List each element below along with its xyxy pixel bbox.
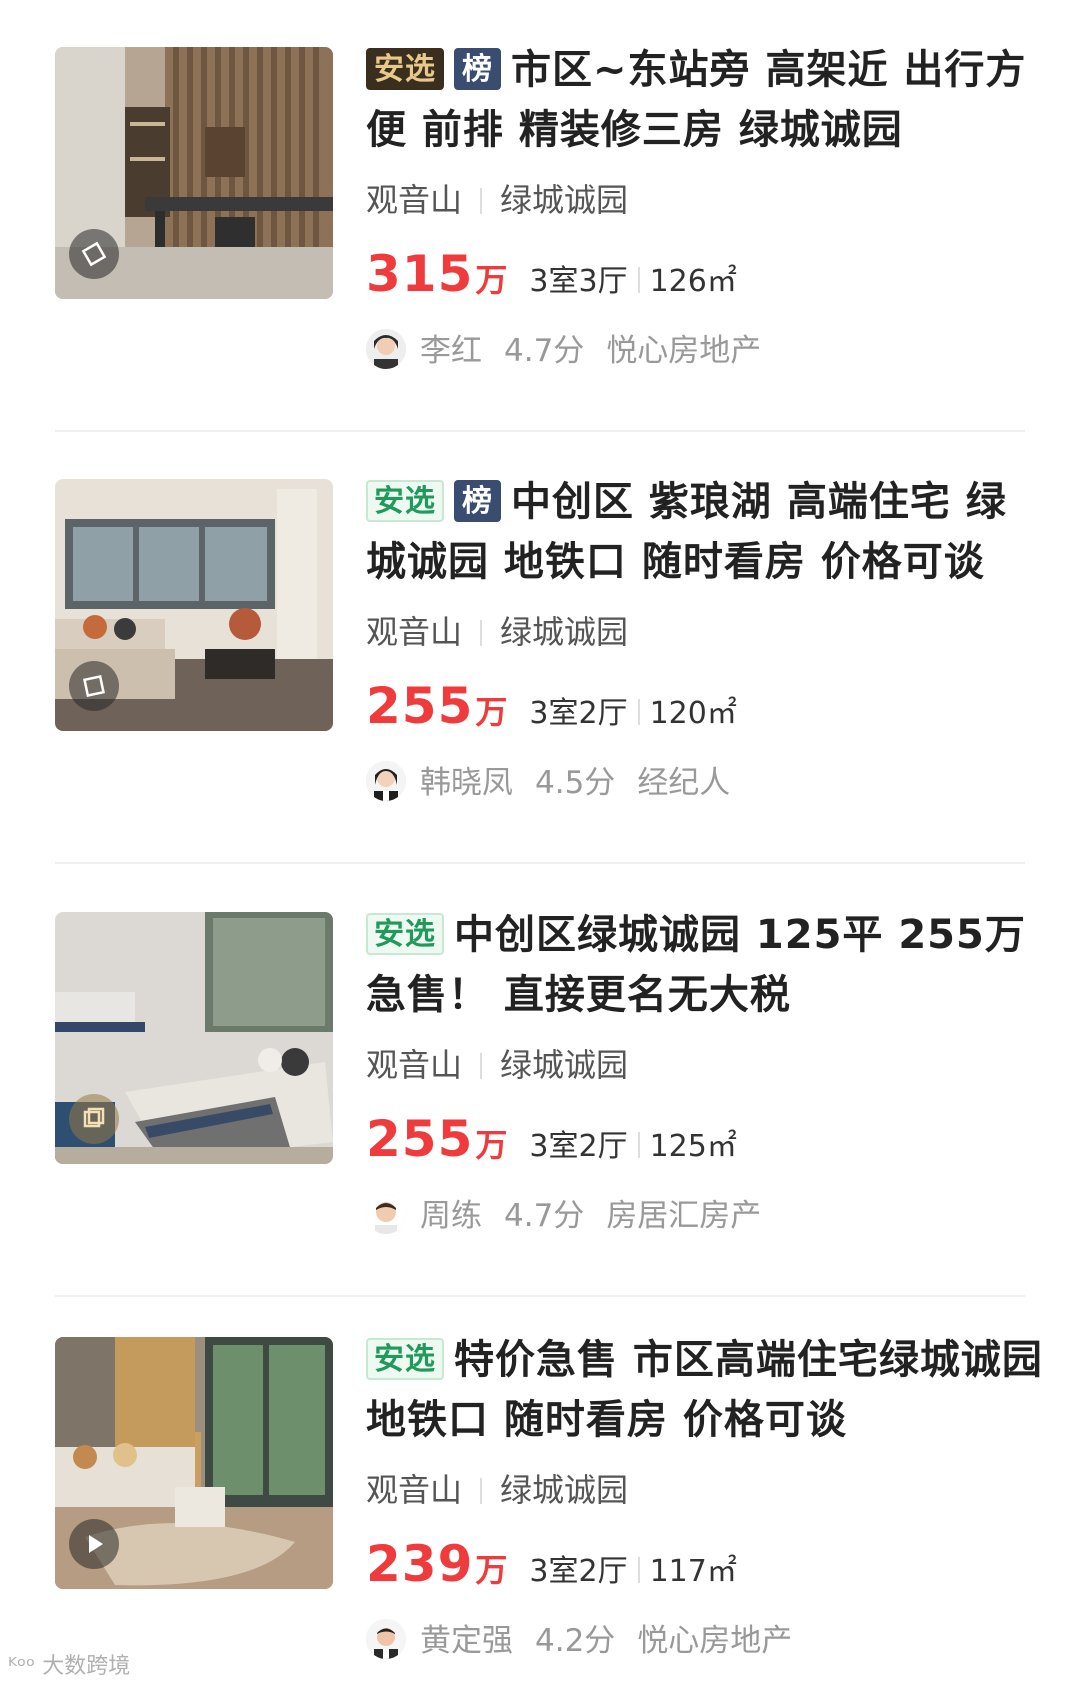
vr-icon: [69, 1094, 119, 1144]
title-text: 特价急售 市区高端住宅绿城诚园 地铁口 随时看房 价格可谈: [366, 1337, 1043, 1443]
agent-score: 4.7分: [504, 333, 585, 369]
community: 绿城诚园: [500, 1471, 629, 1509]
listing-card[interactable]: 安选榜市区~东站旁 高架近 出行方便 前排 精装修三房 绿城诚园 观音山 绿城诚园…: [0, 0, 1080, 432]
listing-card[interactable]: 安选 中创区绿城诚园 125平 255万急售！ 直接更名无大税 观音山 绿城诚园 2…: [0, 865, 1080, 1297]
price-row: 239万 3室2厅 117㎡: [366, 1534, 1046, 1594]
watermark: ᴷᵒᵒ 大数跨境: [8, 1648, 130, 1680]
agency: 悦心房地产: [637, 1623, 793, 1659]
price-row: 315万 3室3厅 126㎡: [366, 244, 1046, 304]
listing-photo[interactable]: [55, 47, 333, 299]
price: 239: [366, 1535, 474, 1593]
location: 观音山 绿城诚园: [366, 178, 1046, 222]
floor-area: 117㎡: [649, 1554, 737, 1589]
agent-avatar: [366, 1619, 406, 1659]
agency: 经纪人: [637, 765, 731, 801]
divider: [637, 267, 640, 293]
listing-title[interactable]: 安选榜中创区 紫琅湖 高端住宅 绿城诚园 地铁口 随时看房 价格可谈: [366, 472, 1046, 592]
agent-avatar: [366, 329, 406, 369]
agent-avatar: [366, 761, 406, 801]
floor-area: 126㎡: [649, 264, 737, 299]
listing-title[interactable]: 安选 中创区绿城诚园 125平 255万急售！ 直接更名无大税: [366, 905, 1046, 1025]
price: 255: [366, 1110, 474, 1168]
price-unit: 万: [475, 261, 508, 299]
price: 255: [366, 677, 474, 735]
agent-name: 周练: [420, 1198, 482, 1234]
agency: 房居汇房产: [606, 1198, 762, 1234]
listing-title[interactable]: 安选 特价急售 市区高端住宅绿城诚园 地铁口 随时看房 价格可谈: [366, 1330, 1046, 1450]
community: 绿城诚园: [500, 613, 629, 651]
anxuan-tag: 安选: [366, 48, 444, 90]
agent-score: 4.5分: [535, 765, 616, 801]
listing-photo[interactable]: [55, 912, 333, 1164]
divider: [480, 1053, 483, 1079]
listing-card[interactable]: 安选榜中创区 紫琅湖 高端住宅 绿城诚园 地铁口 随时看房 价格可谈 观音山 绿城…: [0, 432, 1080, 864]
agent-row[interactable]: 韩晓凤 4.5分 经纪人: [366, 758, 1046, 808]
listing-card[interactable]: 安选 特价急售 市区高端住宅绿城诚园 地铁口 随时看房 价格可谈 观音山 绿城诚园 …: [0, 1290, 1080, 1688]
agent-name: 韩晓凤: [420, 765, 513, 801]
agent-name: 黄定强: [420, 1623, 513, 1659]
listing-title[interactable]: 安选榜市区~东站旁 高架近 出行方便 前排 精装修三房 绿城诚园: [366, 40, 1046, 160]
watermark-text: 大数跨境: [42, 1654, 131, 1679]
room-layout: 3室2厅: [529, 1554, 628, 1589]
divider: [637, 1132, 640, 1158]
price-unit: 万: [475, 1126, 508, 1164]
ranking-tag: 榜: [454, 480, 501, 522]
agent-avatar: [366, 1194, 406, 1234]
price: 315: [366, 245, 474, 303]
room-layout: 3室3厅: [529, 264, 628, 299]
district: 观音山: [366, 181, 463, 219]
divider: [55, 862, 1025, 864]
agency: 悦心房地产: [606, 333, 762, 369]
district: 观音山: [366, 1471, 463, 1509]
listing-photo[interactable]: [55, 479, 333, 731]
price-unit: 万: [475, 1551, 508, 1589]
agent-name: 李红: [420, 333, 482, 369]
play-icon[interactable]: [69, 1519, 119, 1569]
agent-row[interactable]: 黄定强 4.2分 悦心房地产: [366, 1616, 1046, 1666]
listing-photo[interactable]: [55, 1337, 333, 1589]
watermark-logo-icon: ᴷᵒᵒ: [8, 1654, 43, 1679]
price-unit: 万: [475, 693, 508, 731]
room-layout: 3室2厅: [529, 1129, 628, 1164]
room-layout: 3室2厅: [529, 696, 628, 731]
divider: [480, 188, 483, 214]
district: 观音山: [366, 1046, 463, 1084]
floor-area: 125㎡: [649, 1129, 737, 1164]
anxuan-tag: 安选: [366, 1338, 444, 1380]
divider: [637, 1557, 640, 1583]
location: 观音山 绿城诚园: [366, 1468, 1046, 1512]
title-text: 中创区绿城诚园 125平 255万急售！ 直接更名无大税: [366, 912, 1026, 1018]
community: 绿城诚园: [500, 181, 629, 219]
anxuan-tag: 安选: [366, 913, 444, 955]
divider: [637, 699, 640, 725]
agent-row[interactable]: 周练 4.7分 房居汇房产: [366, 1191, 1046, 1241]
anxuan-tag: 安选: [366, 480, 444, 522]
location: 观音山 绿城诚园: [366, 610, 1046, 654]
district: 观音山: [366, 613, 463, 651]
location: 观音山 绿城诚园: [366, 1043, 1046, 1087]
price-row: 255万 3室2厅 125㎡: [366, 1109, 1046, 1169]
agent-row[interactable]: 李红 4.7分 悦心房地产: [366, 326, 1046, 376]
divider: [480, 620, 483, 646]
ranking-tag: 榜: [454, 48, 501, 90]
divider: [480, 1478, 483, 1504]
vr-icon: [69, 229, 119, 279]
agent-score: 4.7分: [504, 1198, 585, 1234]
community: 绿城诚园: [500, 1046, 629, 1084]
vr-icon: [69, 661, 119, 711]
price-row: 255万 3室2厅 120㎡: [366, 676, 1046, 736]
floor-area: 120㎡: [649, 696, 737, 731]
agent-score: 4.2分: [535, 1623, 616, 1659]
